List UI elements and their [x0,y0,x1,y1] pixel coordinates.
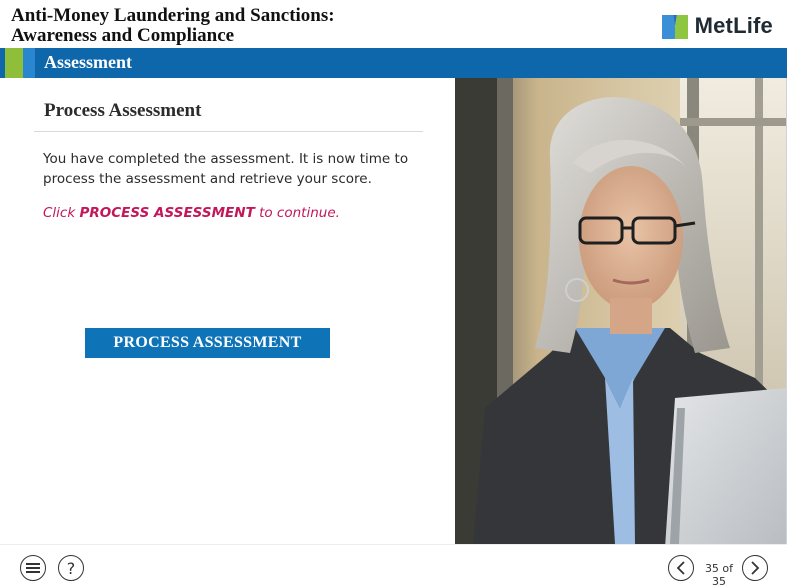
process-assessment-button[interactable]: PROCESS ASSESSMENT [85,328,330,358]
panel-title: Process Assessment [44,100,202,121]
brand-name: MetLife [694,13,773,38]
section-title: Assessment [44,52,132,72]
instruction-emphasis: PROCESS ASSESSMENT [79,205,255,221]
section-accent-green [5,48,23,78]
menu-button[interactable] [20,555,46,581]
instruction-suffix: to continue. [254,205,340,221]
help-icon: ? [66,558,76,578]
previous-page-button[interactable] [668,555,694,581]
woman-at-laptop-photo [455,78,786,544]
metlife-logo-icon [661,15,688,39]
instruction-prefix: Click [43,205,80,221]
title-divider [34,131,423,132]
metlife-logo: MetLife [661,13,773,39]
content-panel: Process Assessment You have completed th… [0,78,455,544]
menu-icon [26,563,40,573]
player-footer: ? 35 of 35 [0,544,787,588]
photo-illustration [455,78,786,544]
help-button[interactable]: ? [58,555,84,581]
course-title-line1: Anti-Money Laundering and Sanctions: [11,5,335,26]
chevron-right-icon [751,561,760,575]
chevron-left-icon [676,561,685,575]
instruction-text: Click PROCESS ASSESSMENT to continue. [43,205,433,221]
course-header: Anti-Money Laundering and Sanctions: Awa… [0,0,787,48]
panel-body-text: You have completed the assessment. It is… [43,151,409,187]
section-bar: Assessment [0,48,787,78]
page-counter: 35 of 35 [704,562,734,588]
course-title: Anti-Money Laundering and Sanctions: Awa… [11,6,431,46]
course-title-line2: Awareness and Compliance [11,25,235,46]
section-accent-blue [23,48,35,78]
next-page-button[interactable] [742,555,768,581]
